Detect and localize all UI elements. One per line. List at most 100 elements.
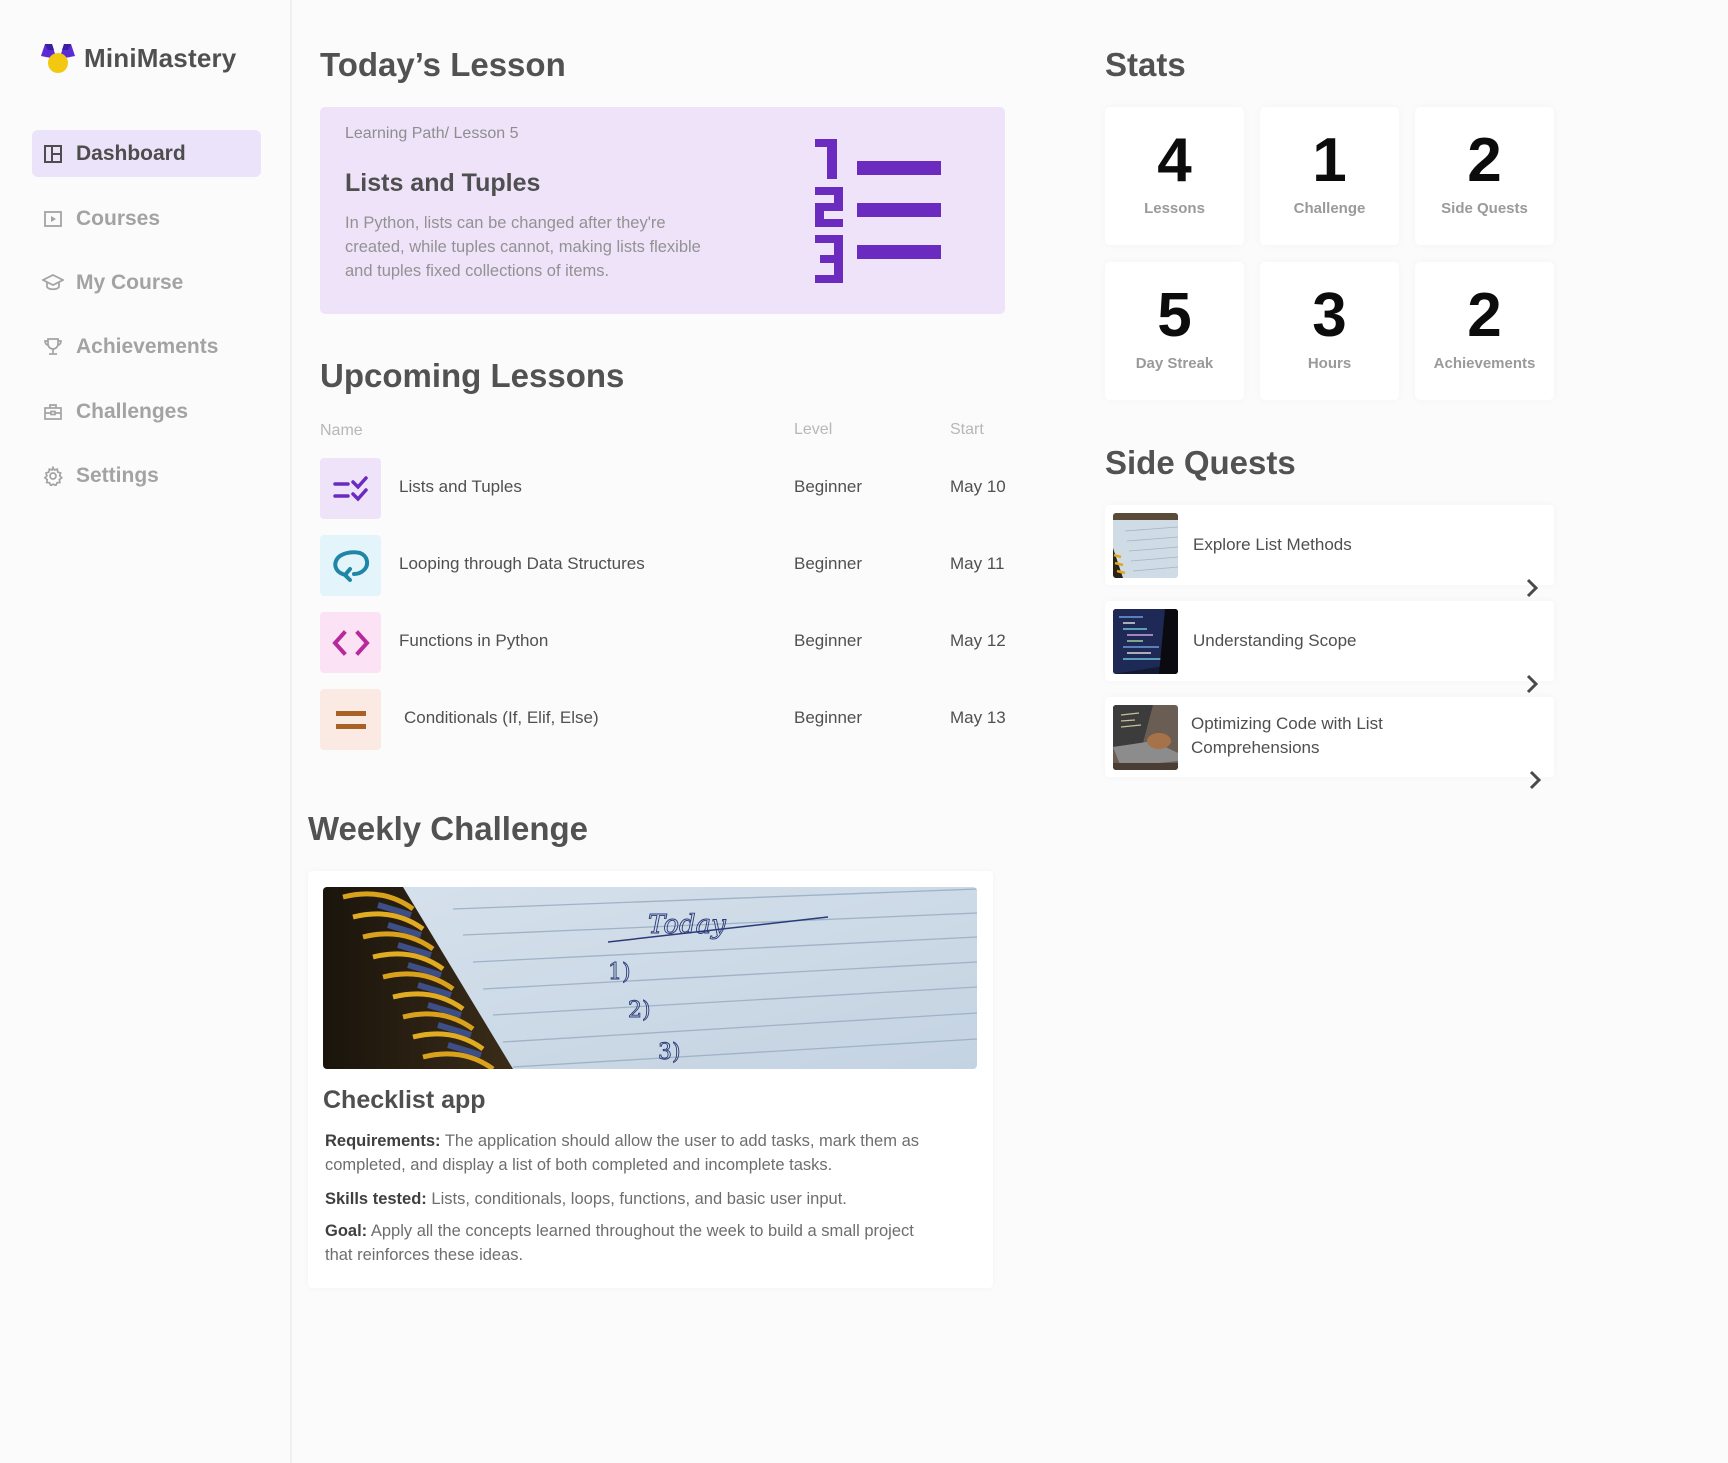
svg-text:2): 2): [628, 998, 651, 1023]
lesson-row[interactable]: Conditionals (If, Elif, Else) Beginner M…: [320, 689, 1010, 750]
lesson-level: Beginner: [794, 631, 863, 650]
challenge-skills: Skills tested: Lists, conditionals, loop…: [325, 1187, 980, 1211]
lesson-title: Lists and Tuples: [345, 169, 541, 197]
stat-card-achievements: 2 Achievements: [1415, 262, 1554, 400]
side-quest-item[interactable]: Explore List Methods: [1105, 505, 1554, 598]
stats-heading: Stats: [1105, 46, 1186, 83]
lesson-start-date: May 10: [950, 477, 1006, 496]
sidebar-item-label: Dashboard: [76, 141, 186, 165]
sidebar-item-label: Challenges: [76, 399, 189, 423]
trophy-icon: [42, 336, 64, 358]
sidebar-item-dashboard[interactable]: Dashboard: [32, 130, 261, 177]
column-header-level[interactable]: Level: [794, 421, 832, 439]
stat-card-hours: 3 Hours: [1260, 262, 1399, 400]
skills-label: Skills tested:: [325, 1190, 427, 1208]
lesson-level: Beginner: [794, 708, 863, 727]
column-header-start[interactable]: Start: [950, 421, 984, 439]
side-quest-item[interactable]: Understanding Scope: [1105, 601, 1554, 694]
lesson-level: Beginner: [794, 477, 863, 496]
loop-arrow-icon: [320, 535, 381, 596]
lesson-row[interactable]: Looping through Data Structures Beginner…: [320, 535, 1010, 596]
numbered-list-icon: [815, 139, 950, 284]
weekly-challenge-card[interactable]: Today 1) 2) 3) Checklist app Requirement…: [308, 871, 993, 1288]
stat-label: Hours: [1307, 355, 1352, 372]
lesson-start-date: May 13: [950, 708, 1006, 727]
stat-card-day-streak: 5 Day Streak: [1105, 262, 1244, 400]
lesson-name: Lists and Tuples: [399, 477, 522, 496]
equals-icon: [320, 689, 381, 750]
stat-label: Achievements: [1433, 355, 1536, 372]
lesson-breadcrumb: Learning Path/ Lesson 5: [345, 125, 519, 142]
gear-icon: [42, 465, 64, 487]
briefcase-icon: [42, 401, 64, 423]
side-quest-title: Optimizing Code with List Comprehensions: [1191, 714, 1383, 757]
stat-label: Side Quests: [1441, 200, 1528, 217]
sidebar-item-challenges[interactable]: Challenges: [32, 388, 261, 435]
side-quest-title: Understanding Scope: [1193, 631, 1357, 650]
column-header-name[interactable]: Name: [320, 422, 363, 440]
lesson-row[interactable]: Functions in Python Beginner May 12: [320, 612, 1010, 673]
chevron-right-icon[interactable]: [1522, 577, 1542, 599]
requirements-label: Requirements:: [325, 1132, 441, 1150]
svg-text:3): 3): [658, 1040, 681, 1065]
notebook-thumbnail: [1113, 513, 1178, 578]
sidebar-item-achievements[interactable]: Achievements: [32, 323, 261, 370]
sidebar-item-courses[interactable]: Courses: [32, 195, 261, 242]
stat-card-lessons: 4 Lessons: [1105, 107, 1244, 245]
layout-icon: [42, 143, 64, 165]
notebook-today-image: Today 1) 2) 3): [323, 887, 977, 1069]
code-brackets-icon: [320, 612, 381, 673]
code-screen-thumbnail: [1113, 609, 1178, 674]
list-check-icon: [320, 458, 381, 519]
brand-logo[interactable]: MiniMastery: [40, 42, 236, 74]
side-quest-title: Explore List Methods: [1193, 535, 1352, 554]
chevron-right-icon[interactable]: [1525, 769, 1545, 791]
laptop-typing-thumbnail: [1113, 705, 1178, 770]
sidebar-item-label: My Course: [76, 270, 184, 294]
upcoming-lessons-heading: Upcoming Lessons: [320, 357, 625, 394]
side-quests-heading: Side Quests: [1105, 444, 1296, 481]
svg-text:1): 1): [608, 960, 631, 985]
lesson-start-date: May 11: [950, 554, 1005, 573]
stat-label: Lessons: [1144, 200, 1205, 217]
svg-text:Today: Today: [648, 910, 726, 940]
lesson-name: Conditionals (If, Elif, Else): [404, 708, 599, 727]
challenge-title: Checklist app: [323, 1086, 486, 1114]
sidebar-item-label: Achievements: [76, 334, 219, 358]
goal-label: Goal:: [325, 1222, 368, 1240]
stat-label: Day Streak: [1135, 355, 1214, 372]
side-quest-item[interactable]: Optimizing Code with List Comprehensions: [1105, 697, 1554, 790]
skills-text: Lists, conditionals, loops, functions, a…: [431, 1190, 847, 1208]
stat-value: 5: [1157, 281, 1192, 350]
lesson-row[interactable]: Lists and Tuples Beginner May 10: [320, 458, 1010, 519]
lesson-start-date: May 12: [950, 631, 1006, 650]
medal-logo-icon: [40, 42, 76, 74]
sidebar-item-my-course[interactable]: My Course: [32, 259, 261, 306]
stat-label: Challenge: [1293, 200, 1366, 217]
todays-lesson-card[interactable]: Learning Path/ Lesson 5 Lists and Tuples…: [320, 107, 1005, 314]
challenge-requirements: Requirements: The application should all…: [325, 1129, 980, 1177]
lesson-description: In Python, lists can be changed after th…: [345, 214, 701, 280]
lesson-level: Beginner: [794, 554, 863, 573]
stat-card-challenge: 1 Challenge: [1260, 107, 1399, 245]
sidebar-item-settings[interactable]: Settings: [32, 452, 261, 499]
stat-value: 2: [1467, 126, 1502, 195]
chevron-right-icon[interactable]: [1522, 673, 1542, 695]
stat-value: 2: [1467, 281, 1502, 350]
stat-value: 1: [1312, 126, 1347, 195]
play-square-icon: [42, 208, 64, 230]
stat-value: 3: [1312, 281, 1347, 350]
goal-text: Apply all the concepts learned throughou…: [325, 1222, 914, 1264]
todays-lesson-heading: Today’s Lesson: [320, 46, 566, 83]
dashboard-app: MiniMastery Dashboard Courses My Course …: [0, 0, 1728, 1463]
weekly-challenge-heading: Weekly Challenge: [308, 810, 589, 847]
stat-card-side-quests: 2 Side Quests: [1415, 107, 1554, 245]
lesson-name: Functions in Python: [399, 631, 549, 650]
stat-value: 4: [1157, 126, 1192, 195]
graduation-cap-icon: [42, 272, 64, 294]
challenge-goal: Goal: Apply all the concepts learned thr…: [325, 1219, 935, 1267]
sidebar: MiniMastery Dashboard Courses My Course …: [0, 0, 292, 1463]
lesson-name: Looping through Data Structures: [399, 554, 645, 573]
sidebar-item-label: Courses: [76, 206, 161, 230]
brand-name: MiniMastery: [84, 42, 237, 73]
